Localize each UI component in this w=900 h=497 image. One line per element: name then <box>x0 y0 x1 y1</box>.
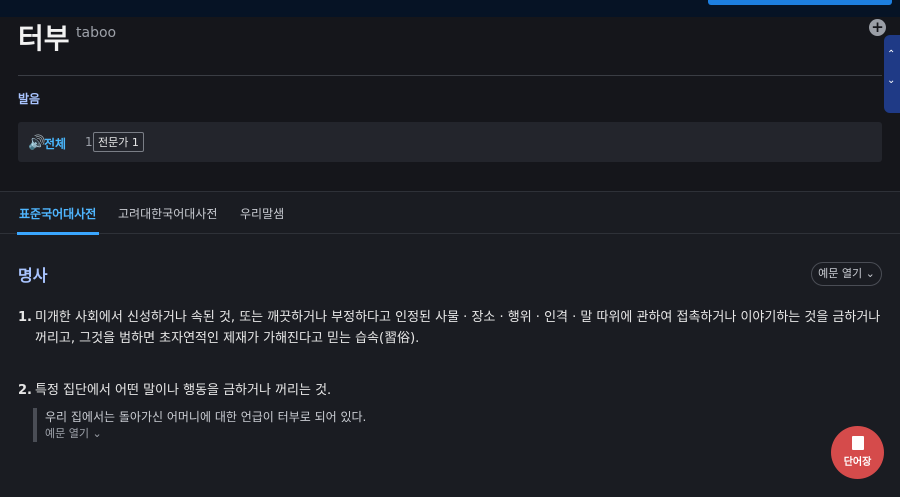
tab-korea-univ-dictionary[interactable]: 고려대한국어대사전 <box>118 205 217 222</box>
dictionary-tabs: 표준국어대사전 고려대한국어대사전 우리말샘 <box>0 191 900 235</box>
wordbook-button[interactable]: 단어장 <box>831 426 884 479</box>
expert-label: 전문가 <box>98 136 129 149</box>
pronunciation-all-count: 1 <box>85 135 93 149</box>
tab-standard-dictionary[interactable]: 표준국어대사전 <box>19 205 96 222</box>
definition-number: 1. <box>18 310 32 325</box>
word-header: 터부 taboo + 발음 🔊 전체 1 전문가 1 <box>0 17 900 191</box>
tab-urimalsaem[interactable]: 우리말샘 <box>240 205 284 222</box>
headword: 터부 <box>18 22 70 55</box>
pronunciation-box: 🔊 전체 1 전문가 1 <box>18 122 882 162</box>
example-more-button[interactable]: 예문 열기 ⌄ <box>45 426 533 442</box>
divider <box>18 75 882 76</box>
definition-1: 1. 미개한 사회에서 신성하거나 속된 것, 또는 깨끗하거나 부정하다고 인… <box>18 307 884 349</box>
pronunciation-label: 발음 <box>18 92 41 106</box>
expert-count: 1 <box>131 136 139 149</box>
speaker-icon[interactable]: 🔊 <box>28 135 45 151</box>
wordbook-icon <box>851 436 864 450</box>
definition-number: 2. <box>18 383 32 398</box>
top-nav-bar <box>0 0 900 17</box>
pronunciation-all-label[interactable]: 전체 <box>44 135 66 152</box>
plus-circle-icon[interactable]: + <box>869 19 886 36</box>
side-scroll-nav: ⌃ ⌄ <box>884 35 900 113</box>
definition-text: 미개한 사회에서 신성하거나 속된 것, 또는 깨끗하거나 부정하다고 인정된 … <box>35 310 881 346</box>
example-sentence: 우리 집에서는 돌아가신 어머니에 대한 언급이 터부로 되어 있다. <box>45 410 367 424</box>
part-of-speech: 명사 <box>18 266 48 285</box>
wordbook-label: 단어장 <box>843 457 872 468</box>
examples-toggle-label: 예문 열기 <box>818 267 863 280</box>
definition-text: 특정 집단에서 어떤 말이나 행동을 금하거나 꺼리는 것. <box>35 383 332 398</box>
example-block: 우리 집에서는 돌아가신 어머니에 대한 언급이 터부로 되어 있다. 예문 열… <box>33 408 533 442</box>
examples-toggle-button[interactable]: 예문 열기 ⌄ <box>811 262 882 286</box>
pronunciation-expert-button[interactable]: 전문가 1 <box>93 132 144 152</box>
original-language: taboo <box>76 25 117 41</box>
chevron-down-icon[interactable]: ⌄ <box>887 75 895 86</box>
active-tab-indicator <box>17 232 99 235</box>
top-action-button[interactable] <box>708 0 892 5</box>
chevron-up-icon[interactable]: ⌃ <box>887 49 895 60</box>
definition-2: 2. 특정 집단에서 어떤 말이나 행동을 금하거나 꺼리는 것. <box>18 380 884 401</box>
example-more-label: 예문 열기 <box>45 427 89 440</box>
